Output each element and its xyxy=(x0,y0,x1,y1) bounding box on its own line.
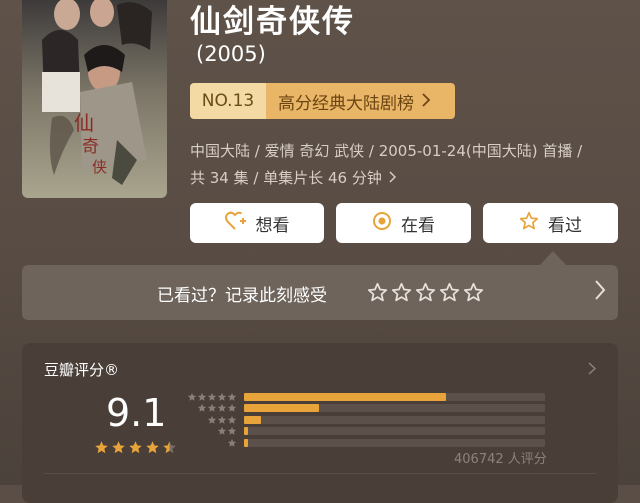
distribution-bar xyxy=(244,392,446,401)
distribution-track xyxy=(244,427,545,435)
star-outline-icon[interactable] xyxy=(439,282,460,303)
want-to-watch-button[interactable]: 想看 xyxy=(190,203,324,243)
star-filled-icon xyxy=(112,441,125,454)
star-small-icon xyxy=(217,403,227,412)
star-small-icon xyxy=(217,392,227,401)
rate-prompt-text: 已看过？记录此刻感受 xyxy=(157,286,327,306)
watching-label: 在看 xyxy=(401,215,435,236)
star-small-icon xyxy=(187,392,197,401)
star-half-icon xyxy=(163,441,176,454)
star-outline-icon[interactable] xyxy=(391,282,412,303)
empty-rating-stars[interactable] xyxy=(367,282,484,303)
star-small-icon xyxy=(197,392,207,401)
distribution-track xyxy=(244,392,545,401)
distribution-row-3 xyxy=(185,414,545,425)
distribution-stars xyxy=(185,403,237,413)
star-small-icon xyxy=(207,403,217,412)
star-small-icon xyxy=(217,426,227,435)
star-filled-icon xyxy=(146,441,159,454)
distribution-stars xyxy=(185,438,237,448)
distribution-track xyxy=(244,404,545,412)
distribution-bar xyxy=(244,404,320,412)
watched-label: 看过 xyxy=(548,215,582,236)
score-label: 豆瓣评分® xyxy=(44,361,120,379)
star-small-icon xyxy=(217,415,227,424)
star-small-icon xyxy=(207,392,217,401)
chevron-right-icon[interactable] xyxy=(594,279,606,305)
distribution-stars xyxy=(185,392,237,402)
star-outline-icon[interactable] xyxy=(367,282,388,303)
star-outline-icon[interactable] xyxy=(415,282,436,303)
meta-line-episodes: 共 34 集 / 单集片长 46 分钟 xyxy=(190,169,382,187)
watching-button[interactable]: 在看 xyxy=(336,203,471,243)
star-small-icon xyxy=(227,392,237,401)
distribution-stars xyxy=(185,426,237,436)
star-small-icon xyxy=(227,415,237,424)
svg-text:奇: 奇 xyxy=(82,137,99,157)
page-title: 仙剑奇侠传 xyxy=(190,4,355,40)
chevron-right-icon[interactable] xyxy=(588,360,597,379)
target-icon xyxy=(372,211,401,236)
chevron-right-icon xyxy=(422,92,431,111)
star-small-icon xyxy=(227,438,237,447)
meta-line-genre: 中国大陆 / 爱情 奇幻 武侠 / 2005-01-24(中国大陆) 首播 / xyxy=(190,142,583,160)
svg-text:侠: 侠 xyxy=(92,158,107,176)
distribution-bar xyxy=(244,427,248,435)
meta-info[interactable]: 中国大陆 / 爱情 奇幻 武侠 / 2005-01-24(中国大陆) 首播 / … xyxy=(190,138,630,192)
distribution-row-4 xyxy=(185,403,545,414)
release-year: (2005) xyxy=(196,42,266,66)
distribution-row-1 xyxy=(185,437,545,448)
distribution-row-2 xyxy=(185,426,545,437)
star-outline-icon[interactable] xyxy=(463,282,484,303)
ranking-badge[interactable]: NO.13 高分经典大陆剧榜 xyxy=(190,83,455,119)
rate-prompt-bar[interactable]: 已看过？记录此刻感受 xyxy=(22,265,618,320)
divider xyxy=(44,473,596,474)
score-value: 9.1 xyxy=(106,391,167,435)
star-outline-icon xyxy=(519,211,548,236)
score-card[interactable]: 豆瓣评分® 9.1 406742 人评分 xyxy=(22,343,618,503)
distribution-bar xyxy=(244,415,261,424)
heart-plus-icon xyxy=(224,211,256,236)
want-to-watch-label: 想看 xyxy=(255,215,290,236)
star-small-icon xyxy=(207,415,217,424)
popover-pointer xyxy=(540,251,566,265)
meta-line-episodes-wrap: 共 34 集 / 单集片长 46 分钟 xyxy=(190,165,630,192)
distribution-track xyxy=(244,438,545,447)
poster-image[interactable]: 仙 奇 侠 xyxy=(22,0,167,198)
rating-distribution xyxy=(185,391,545,449)
rank-number: NO.13 xyxy=(190,83,266,119)
rank-label: 高分经典大陆剧榜 xyxy=(278,93,414,114)
distribution-stars xyxy=(185,415,237,425)
star-filled-icon xyxy=(95,441,108,454)
rating-count: 406742 人评分 xyxy=(454,452,547,467)
chevron-right-icon xyxy=(389,165,396,192)
star-small-icon xyxy=(197,403,207,412)
star-filled-icon xyxy=(129,441,142,454)
distribution-bar xyxy=(244,438,248,447)
distribution-track xyxy=(244,415,545,424)
score-stars xyxy=(94,440,177,455)
distribution-row-5 xyxy=(185,391,545,402)
rank-label-wrap: 高分经典大陆剧榜 xyxy=(266,83,455,119)
watched-button[interactable]: 看过 xyxy=(483,203,618,243)
svg-text:仙: 仙 xyxy=(74,111,94,135)
star-small-icon xyxy=(227,403,237,412)
star-small-icon xyxy=(227,426,237,435)
